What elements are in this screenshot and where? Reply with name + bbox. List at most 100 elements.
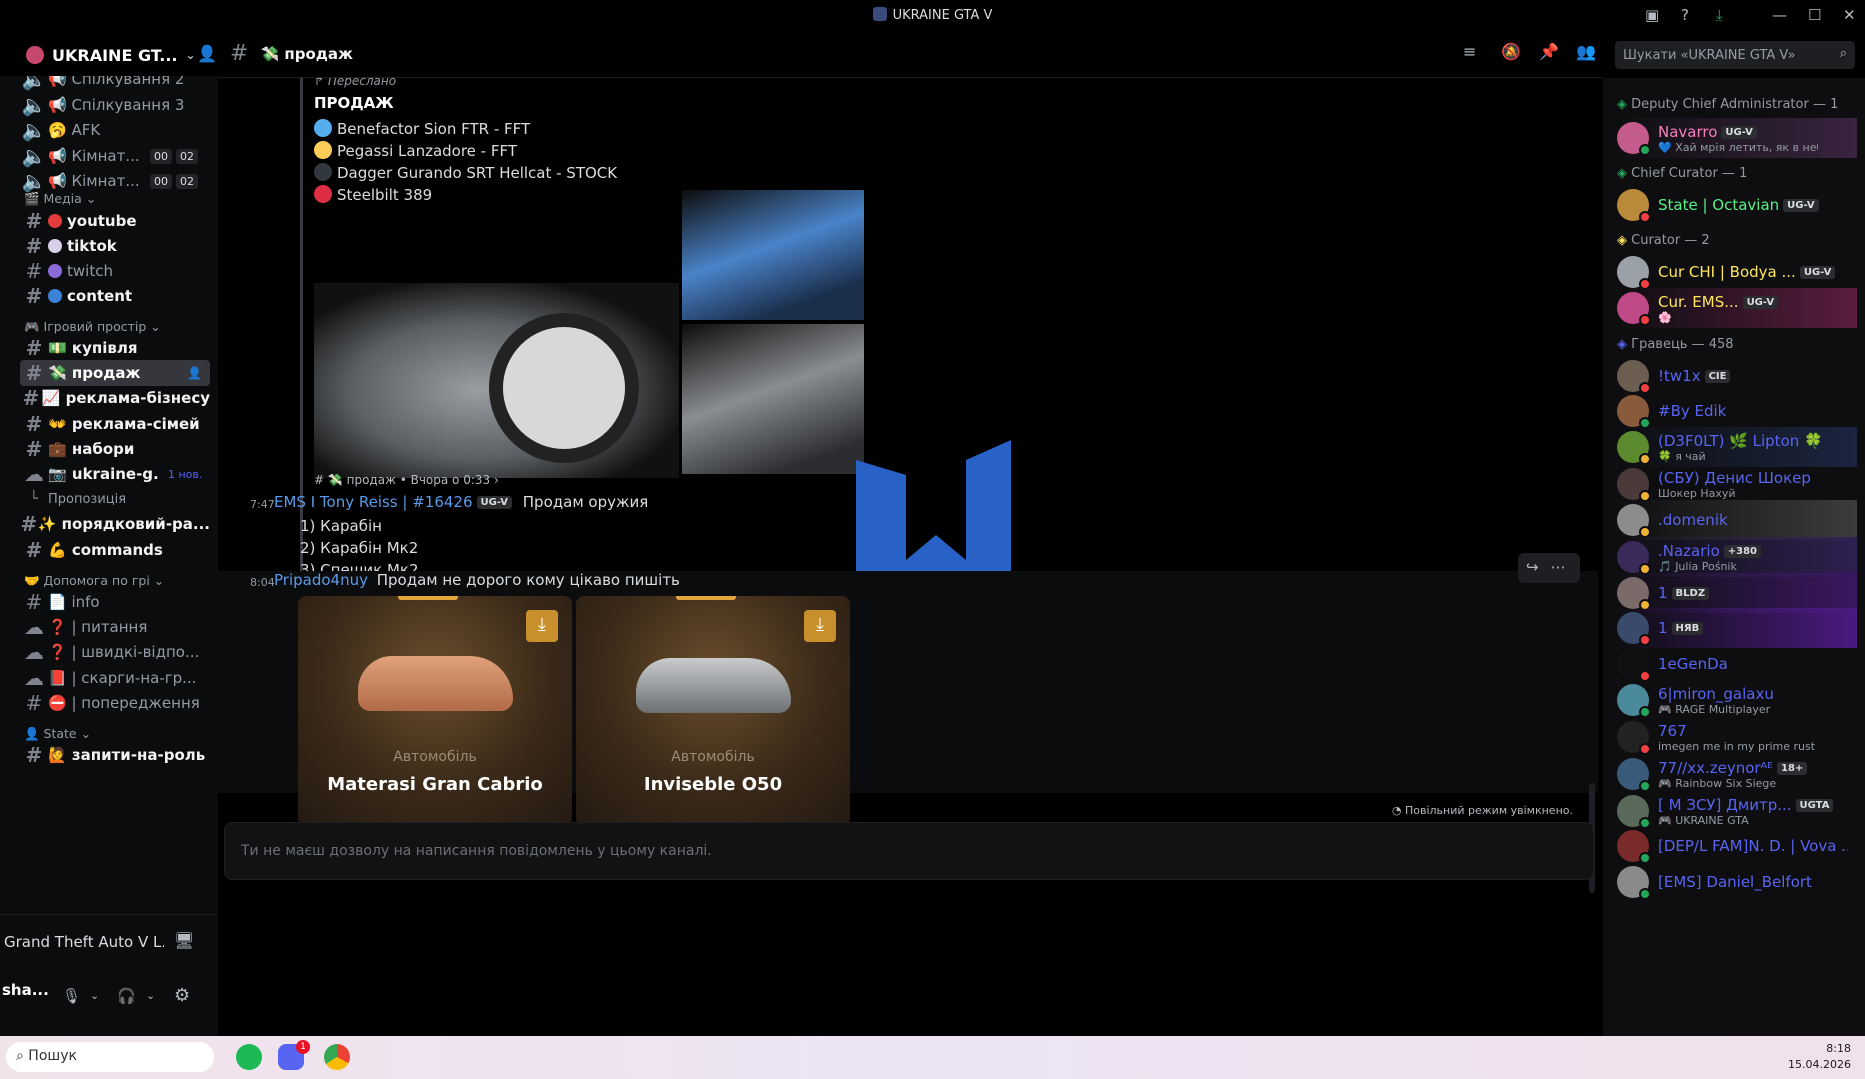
channel-business-ads[interactable]: # 📈 реклама-бізнесу — [20, 385, 210, 411]
message-actions: ↪ ⋯ — [1518, 553, 1580, 583]
threads-icon[interactable]: ≡ — [1463, 42, 1476, 61]
channel-role-requests[interactable]: # 🙋 запити-на-роль — [20, 742, 210, 768]
user-limit-badge: 02 — [176, 148, 198, 164]
channel-label: 📄 info — [48, 593, 100, 611]
channel-sell[interactable]: # 💸 продаж 👤 — [20, 360, 210, 386]
channel-tiktok[interactable]: # tiktok — [20, 233, 210, 259]
clock[interactable]: 8:18 15.04.2026 — [1788, 1041, 1851, 1073]
spotify-icon[interactable] — [236, 1044, 262, 1070]
headphones-icon[interactable]: 🎧 — [117, 987, 136, 1005]
channel-label: youtube — [67, 212, 137, 230]
channel-youtube[interactable]: # youtube — [20, 208, 210, 234]
channel-buy[interactable]: # 💵 купівля — [20, 335, 210, 361]
member-item[interactable]: [ M ЗСУ] Дмитр... UGTA 🎮 UKRAINE GTA — [1617, 791, 1857, 831]
member-item[interactable]: 1eGenDa — [1617, 644, 1857, 684]
member-item[interactable]: 767 imegen me in my prime rust — [1617, 717, 1857, 757]
download-icon[interactable]: ⤓ — [1716, 6, 1723, 24]
status-indicator — [1639, 888, 1651, 900]
member-item[interactable]: 1 НЯВ — [1617, 608, 1857, 648]
channel-warnings[interactable]: # ⛔ | попередження — [20, 690, 210, 716]
channel-complaints[interactable]: ☁ 📕 | скарги-на-гр... — [20, 665, 210, 691]
server-tag: UG-V — [1742, 295, 1779, 309]
member-item[interactable]: .Nazario +380 🎵 Julia Pośnik — [1617, 537, 1857, 577]
maximize-icon[interactable]: ☐ — [1808, 6, 1821, 24]
car-image-2[interactable] — [682, 190, 864, 320]
channel-recruitment[interactable]: # 💼 набори — [20, 436, 210, 462]
settings-gear-icon[interactable]: ⚙ — [174, 985, 190, 1006]
taskbar-search[interactable]: ⌕ Пошук — [6, 1042, 214, 1072]
member-item[interactable]: 6|miron_galaxu 🎮 RAGE Multiplayer — [1617, 680, 1857, 720]
help-icon[interactable]: ? — [1681, 6, 1689, 24]
post-source-meta[interactable]: # 💸 продаж • Вчора о 0:33 › — [314, 473, 499, 487]
pin-icon[interactable]: 📌 — [1539, 42, 1559, 61]
search-input[interactable]: Шукати «UKRAINE GTA V» ⌕ — [1615, 41, 1855, 69]
member-status-text: 🎮 UKRAINE GTA — [1658, 813, 1749, 827]
minimize-icon[interactable]: — — [1772, 6, 1787, 24]
member-item[interactable]: (D3F0LT) 🌿 Lipton 🍀 🍀 я чай — [1617, 427, 1857, 467]
more-options-icon[interactable]: ⋯ — [1551, 558, 1566, 576]
voice-channel[interactable]: 🔈 🥱 AFK — [20, 117, 210, 143]
channel-quick-answers[interactable]: ☁ ❓ | швидкі-відпо... — [20, 639, 210, 665]
member-item[interactable]: #By Edik — [1617, 391, 1857, 431]
channel-commands[interactable]: # 💪 commands — [20, 537, 210, 563]
server-tag: UG-V — [1799, 266, 1836, 279]
voice-channel[interactable]: 🔈 📢 Спілкування 3 — [20, 92, 210, 118]
member-status-text: Шокер Нахуй — [1658, 486, 1736, 500]
member-item[interactable]: [DEP/L FAM]N. D. | Vova ... — [1617, 826, 1857, 866]
channel-label: Пропозиція — [48, 491, 127, 507]
voice-channel[interactable]: 🔈 📢 Спілкування 2 — [20, 76, 210, 92]
member-item[interactable]: State | Octavian UG-V — [1617, 185, 1857, 225]
member-item[interactable]: !tw1x CIE — [1617, 356, 1857, 396]
member-item[interactable]: [EMS] Daniel_Belfort — [1617, 862, 1857, 902]
member-item[interactable]: .domenik — [1617, 500, 1857, 540]
channel-forum[interactable]: ☁ 📷 ukraine-g... 1 нов. — [20, 461, 210, 487]
member-item[interactable]: 77//xx.zeynorᴬᴱ 18+ 🎮 Rainbow Six Siege — [1617, 754, 1857, 794]
inbox-icon[interactable]: ▣ — [1645, 6, 1659, 24]
category-media[interactable]: 🎬 Медіа ⌄ — [24, 191, 96, 207]
member-item[interactable]: Cur CHI | Bodya ... UG-V — [1617, 252, 1857, 292]
voice-channel[interactable]: 🔈 📢 Кімнат... 00 02 — [20, 143, 210, 169]
message-author[interactable]: Pripado4nuy — [274, 571, 368, 589]
invite-icon[interactable]: 👤 — [197, 44, 217, 63]
forward-icon[interactable]: ↪ — [1526, 558, 1539, 576]
username[interactable]: sha... — [2, 981, 49, 999]
member-item[interactable]: (СБУ) Денис Шокер Шокер Нахуй — [1617, 464, 1857, 504]
channel-info[interactable]: # 📄 info — [20, 589, 210, 615]
message-author[interactable]: EMS I Tony Reiss | #16426 — [274, 493, 473, 511]
download-icon[interactable]: ⤓ — [804, 610, 836, 642]
car-image-3[interactable] — [682, 324, 864, 474]
member-name-text: .Nazario — [1658, 541, 1720, 560]
member-item[interactable]: 1 BLDZ — [1617, 573, 1857, 613]
activity-status[interactable]: Grand Theft Auto V L... — [4, 933, 164, 951]
chrome-icon[interactable] — [324, 1044, 350, 1070]
microphone-icon[interactable]: 🎙 — [62, 987, 81, 1005]
channel-twitch[interactable]: # twitch — [20, 258, 210, 284]
category-state[interactable]: 👤 State ⌄ — [24, 726, 91, 742]
role-label: Chief Curator — 1 — [1631, 166, 1748, 181]
search-placeholder: Шукати «UKRAINE GTA V» — [1623, 48, 1796, 63]
attachment-card[interactable]: ⤓ Автомобіль Materasi Gran Cabrio — [298, 596, 572, 826]
member-item[interactable]: Cur. EMS... UG-V 🌸 — [1617, 288, 1857, 328]
member-list-icon[interactable]: 👥 — [1576, 42, 1596, 61]
forum-post[interactable]: └ Пропозиція — [20, 486, 210, 512]
download-icon[interactable]: ⤓ — [526, 610, 558, 642]
channel-questions[interactable]: ☁ ❓ | питання — [20, 614, 210, 640]
attachment-card[interactable]: ⤓ Автомобіль Inviseble O50 — [576, 596, 850, 826]
message-input[interactable]: Ти не маєш дозволу на написання повідомл… — [224, 822, 1594, 880]
server-tag: 18+ — [1776, 761, 1808, 775]
category-game[interactable]: 🎮 Ігровий простір ⌄ — [24, 319, 161, 335]
chevron-down-icon[interactable]: ⌄ — [146, 989, 155, 1002]
channel-rank[interactable]: # ✨ порядковий-ра... — [20, 511, 211, 537]
notification-bell-icon[interactable]: 🔕 — [1501, 42, 1521, 61]
close-icon[interactable]: ✕ — [1843, 6, 1856, 24]
invite-icon[interactable]: 👤 — [187, 366, 202, 380]
hash-icon: # — [22, 386, 40, 410]
category-help[interactable]: 🤝 Допомога по грі ⌄ — [24, 573, 164, 589]
car-image-1[interactable] — [314, 283, 679, 478]
stream-icon[interactable]: 🖥 — [174, 931, 194, 950]
member-item[interactable]: Navarro UG-V 💙 Хай мрія летить, як в неб..… — [1617, 118, 1857, 158]
channel-content[interactable]: # content — [20, 283, 210, 309]
server-header[interactable]: UKRAINE GT... ⌄ 👤 — [12, 34, 217, 76]
chevron-down-icon[interactable]: ⌄ — [90, 989, 99, 1002]
channel-family-ads[interactable]: # 👐 реклама-сімей — [20, 411, 210, 437]
